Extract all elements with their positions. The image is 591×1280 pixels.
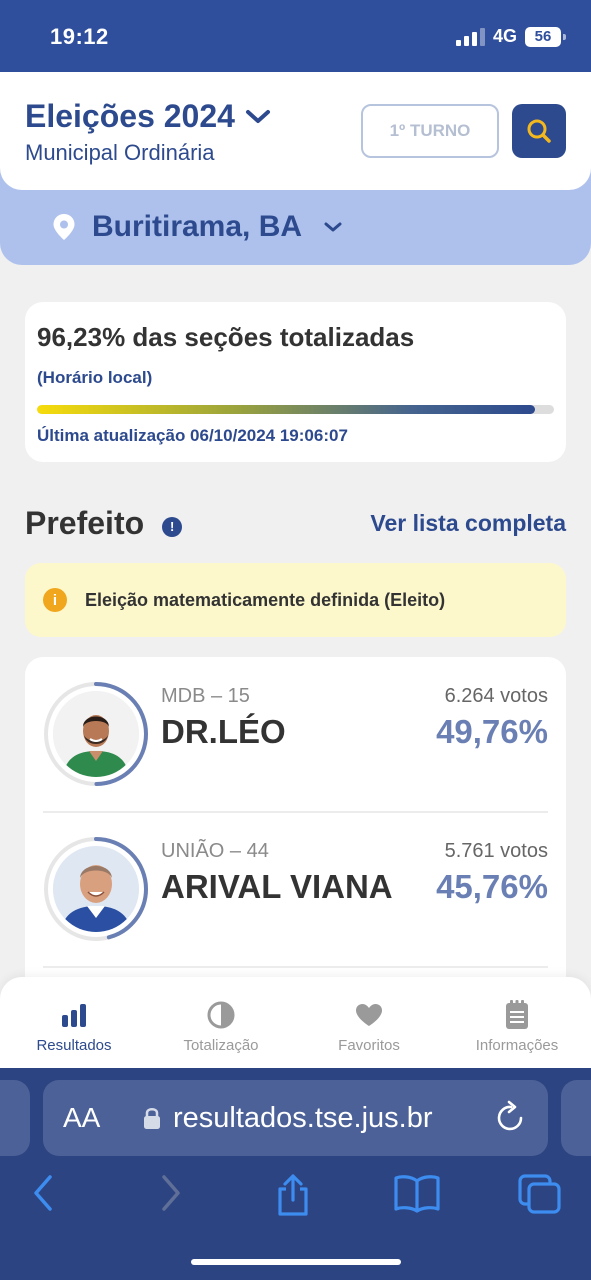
candidate-party: MDB – 15 <box>161 685 250 707</box>
previous-tab-preview[interactable] <box>0 1080 30 1156</box>
location-pin-icon <box>53 214 75 240</box>
location-selector[interactable]: Buritirama, BA <box>52 210 344 244</box>
divider <box>43 966 548 968</box>
candidate-party: UNIÃO – 44 <box>161 840 269 862</box>
candidate-photo <box>53 846 139 932</box>
election-subtitle: Municipal Ordinária <box>25 140 215 165</box>
share-icon[interactable] <box>273 1173 313 1217</box>
status-indicators: 4G 56 <box>455 26 566 47</box>
app-header: Eleições 2024 Municipal Ordinária 1º TUR… <box>0 72 591 190</box>
browser-toolbar: AA resultados.tse.jus.br <box>0 1068 591 1280</box>
candidate-row[interactable]: UNIÃO – 44 ARIVAL VIANA 5.761 votos 45,7… <box>25 812 566 967</box>
turno-button[interactable]: 1º TURNO <box>361 104 499 158</box>
search-icon <box>527 119 551 143</box>
status-bar: 19:12 4G 56 <box>0 0 591 72</box>
candidate-votes: 5.761 votos <box>444 840 548 862</box>
section-title-text: Prefeito <box>25 505 145 541</box>
battery-icon: 56 <box>525 26 566 47</box>
location-name: Buritirama, BA <box>92 210 303 243</box>
candidate-votes: 6.264 votos <box>444 685 548 707</box>
tab-totalizacao[interactable]: Totalização <box>147 999 295 1054</box>
elected-alert: i Eleição matematicamente definida (Elei… <box>25 563 566 637</box>
notepad-icon <box>506 1000 528 1029</box>
candidate-name: DR.LÉO <box>161 713 286 750</box>
election-selector[interactable]: Eleições 2024 <box>25 98 271 135</box>
tab-informacoes[interactable]: Informações <box>443 999 591 1054</box>
bar-chart-icon <box>62 1004 86 1027</box>
network-type: 4G <box>492 26 517 46</box>
info-warning-icon: i <box>43 588 67 612</box>
next-tab-preview[interactable] <box>561 1080 591 1156</box>
lock-icon <box>144 1108 160 1129</box>
bookmarks-icon[interactable] <box>393 1173 441 1213</box>
status-time: 19:12 <box>50 24 109 49</box>
bottom-tab-bar: Resultados Totalização Favoritos Informa… <box>0 977 591 1068</box>
see-full-list-link[interactable]: Ver lista completa <box>370 510 566 537</box>
candidate-percent: 49,76% <box>436 713 548 750</box>
info-icon[interactable]: ! <box>162 516 183 537</box>
progress-fill <box>37 405 535 414</box>
url-text: resultados.tse.jus.br <box>173 1101 433 1134</box>
totalization-card: 96,23% das seções totalizadas (Horário l… <box>25 302 566 462</box>
local-time-label: (Horário local) <box>37 368 153 387</box>
section-title: Prefeito ! <box>25 505 183 542</box>
reader-settings-button[interactable]: AA <box>63 1102 100 1134</box>
chevron-down-icon <box>245 109 270 123</box>
forward-icon[interactable] <box>158 1173 184 1213</box>
totalization-progress-bar <box>37 405 554 414</box>
pie-icon <box>207 1001 235 1029</box>
alert-text: Eleição matematicamente definida (Eleito… <box>85 589 446 610</box>
tab-label: Resultados <box>36 1037 112 1054</box>
totalization-percent: 96,23% das seções totalizadas <box>37 322 415 352</box>
tab-resultados[interactable]: Resultados <box>0 999 148 1054</box>
election-title: Eleições 2024 <box>25 98 235 134</box>
candidate-photo <box>53 691 139 777</box>
address-bar[interactable]: AA resultados.tse.jus.br <box>43 1080 548 1156</box>
chevron-down-icon <box>324 222 342 232</box>
tab-favoritos[interactable]: Favoritos <box>295 999 443 1054</box>
home-indicator <box>191 1259 401 1265</box>
reload-icon[interactable] <box>494 1100 528 1136</box>
tabs-icon[interactable] <box>517 1173 563 1215</box>
candidate-name: ARIVAL VIANA <box>161 868 393 905</box>
tab-label: Totalização <box>183 1037 259 1054</box>
signal-icon <box>455 27 485 46</box>
heart-icon <box>356 1004 382 1026</box>
last-update: Última atualização 06/10/2024 19:06:07 <box>37 426 348 445</box>
tab-label: Informações <box>475 1037 559 1054</box>
search-button[interactable] <box>512 104 566 158</box>
tab-label: Favoritos <box>338 1037 400 1054</box>
candidate-row[interactable]: MDB – 15 DR.LÉO 6.264 votos 49,76% <box>25 657 566 812</box>
candidate-percent: 45,76% <box>436 868 548 905</box>
back-icon[interactable] <box>30 1173 56 1213</box>
